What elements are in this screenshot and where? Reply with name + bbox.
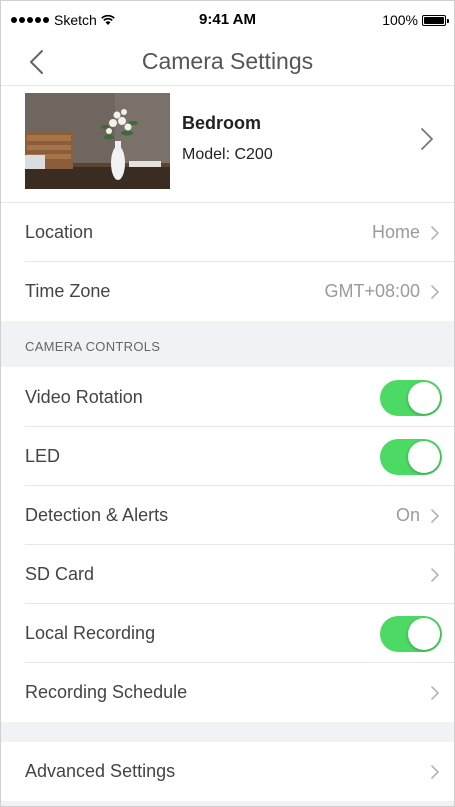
recording-schedule-label: Recording Schedule [25, 682, 188, 702]
screen: Sketch 9:41 AM 100% Camera Settings Bedr… [0, 0, 455, 807]
chevron-right-icon [431, 509, 440, 523]
battery-group: 100% [382, 12, 449, 28]
local-recording-label: Local Recording [25, 623, 156, 643]
video-rotation-row: Video Rotation [1, 368, 454, 427]
advanced-settings-label: Advanced Settings [25, 761, 176, 781]
camera-name: Bedroom [182, 113, 262, 133]
page-title: Camera Settings [141, 48, 314, 74]
status-bar: Sketch 9:41 AM 100% [1, 1, 454, 39]
camera-card[interactable]: Bedroom Model: C200 [1, 86, 454, 203]
battery-percent: 100% [382, 12, 418, 28]
time-zone-value: GMT+08:00 [324, 281, 420, 301]
camera-thumbnail [25, 93, 170, 189]
advanced-settings-row[interactable]: Advanced Settings [1, 742, 454, 801]
local-recording-row: Local Recording [1, 604, 454, 663]
section-header-camera-controls: CAMERA CONTROLS [1, 321, 454, 367]
chevron-right-icon [431, 226, 440, 240]
detection-alerts-label: Detection & Alerts [25, 505, 169, 525]
chevron-right-icon [421, 128, 433, 150]
chevron-right-icon [431, 568, 440, 582]
video-rotation-toggle[interactable] [380, 380, 442, 416]
section-gap [1, 722, 454, 742]
detection-alerts-value: On [395, 505, 420, 525]
chevron-right-icon [431, 686, 440, 700]
time-zone-row[interactable]: Time Zone GMT+08:00 [1, 262, 454, 321]
time-zone-label: Time Zone [25, 281, 111, 301]
led-toggle[interactable] [380, 439, 442, 475]
detection-alerts-row[interactable]: Detection & Alerts On [1, 486, 454, 545]
location-value: Home [371, 222, 420, 242]
section-title: CAMERA CONTROLS [25, 339, 161, 354]
led-label: LED [25, 446, 61, 466]
location-row[interactable]: Location Home [1, 203, 454, 262]
recording-schedule-row[interactable]: Recording Schedule [1, 663, 454, 722]
location-label: Location [25, 222, 94, 242]
sd-card-row[interactable]: SD Card [1, 545, 454, 604]
led-row: LED [1, 427, 454, 486]
chevron-right-icon [431, 285, 440, 299]
local-recording-toggle[interactable] [380, 616, 442, 652]
battery-icon [422, 14, 449, 26]
camera-model: Model: C200 [182, 146, 273, 163]
nav-bar: Camera Settings [1, 39, 454, 86]
chevron-right-icon [431, 765, 440, 779]
bottom-gap [1, 801, 454, 806]
video-rotation-label: Video Rotation [25, 387, 143, 407]
sd-card-label: SD Card [25, 564, 95, 584]
